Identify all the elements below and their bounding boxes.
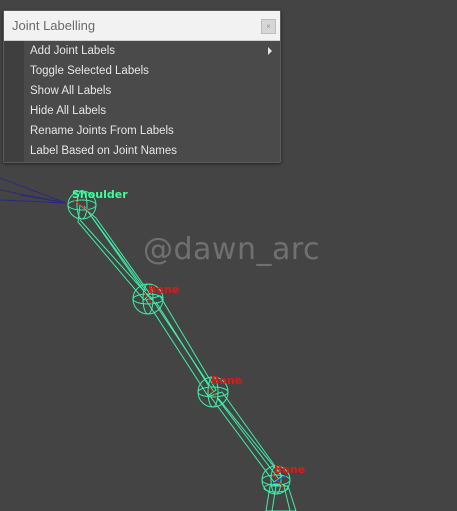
joint-label-shoulder: Shoulder (72, 188, 128, 201)
panel-header[interactable]: Joint Labelling × (4, 11, 280, 41)
menu-item-show-all-labels[interactable]: Show All Labels (4, 81, 280, 101)
menu-item-label-based-on-joint-names[interactable]: Label Based on Joint Names (4, 141, 280, 161)
joint-labelling-panel: Joint Labelling × Add Joint Labels Toggl… (3, 10, 281, 163)
menu-item-label: Rename Joints From Labels (30, 125, 174, 137)
menu-item-add-joint-labels[interactable]: Add Joint Labels (4, 41, 280, 61)
panel-title: Joint Labelling (12, 18, 96, 33)
influence-lines (0, 177, 67, 204)
watermark: @dawn_arc (143, 232, 321, 267)
joint-labelling-menu: Add Joint Labels Toggle Selected Labels … (4, 41, 280, 161)
menu-item-toggle-selected-labels[interactable]: Toggle Selected Labels (4, 61, 280, 81)
menu-item-hide-all-labels[interactable]: Hide All Labels (4, 101, 280, 121)
menu-item-rename-joints-from-labels[interactable]: Rename Joints From Labels (4, 121, 280, 141)
submenu-arrow-icon (268, 47, 272, 55)
viewport[interactable]: @dawn_arc Shoulder Bone Bone Bone Joint … (0, 0, 457, 511)
close-icon[interactable]: × (261, 19, 276, 34)
joint-label-bone-3: Bone (274, 463, 306, 476)
menu-item-label: Toggle Selected Labels (30, 65, 149, 77)
joint-label-bone-2: Bone (211, 374, 243, 387)
menu-item-label: Add Joint Labels (30, 45, 116, 57)
joint-label-bone-1: Bone (148, 283, 180, 296)
menu-item-label: Hide All Labels (30, 105, 107, 117)
menu-item-label: Label Based on Joint Names (30, 145, 178, 157)
menu-item-label: Show All Labels (30, 85, 112, 97)
